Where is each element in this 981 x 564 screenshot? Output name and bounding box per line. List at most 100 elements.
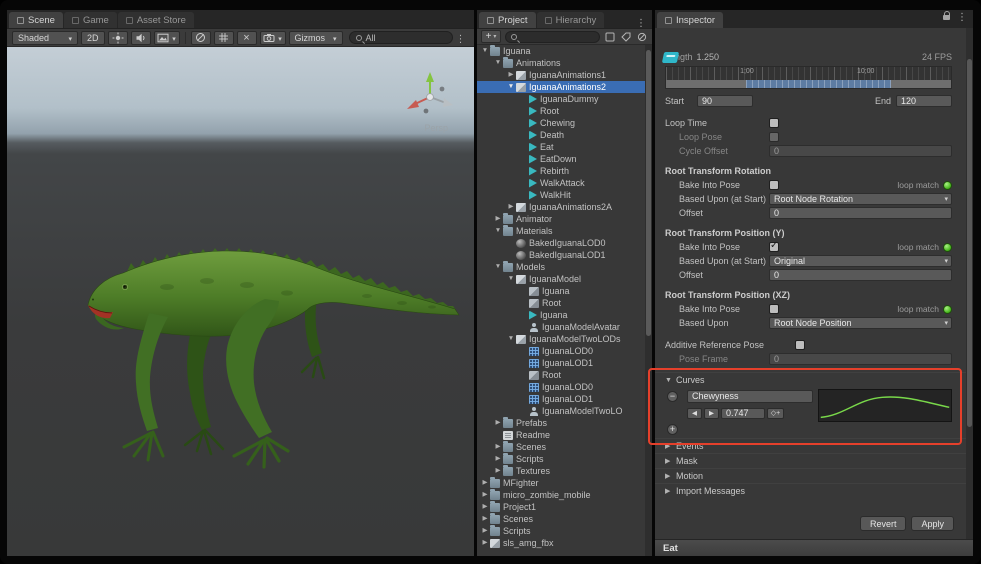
scene-viewport[interactable]: Persp — [7, 47, 474, 556]
inspector-foldout[interactable]: Motion — [655, 468, 966, 483]
tree-item[interactable]: ▶ Textures — [477, 465, 645, 477]
clip-selected-range[interactable] — [746, 80, 891, 88]
gizmos-dropdown[interactable]: Gizmos — [289, 31, 343, 45]
tree-item[interactable]: ▶ IguanaAnimations2A — [477, 201, 645, 213]
expand-arrow[interactable]: ▼ — [506, 273, 516, 285]
pose-frame-field[interactable]: 0 — [769, 353, 952, 365]
shading-mode-dropdown[interactable]: Shaded — [12, 31, 78, 45]
position-xz-based-dropdown[interactable]: Root Node Position — [769, 317, 952, 329]
tree-item[interactable]: Iguana — [477, 285, 645, 297]
effects-dropdown[interactable] — [154, 31, 180, 45]
end-field[interactable]: 120 — [896, 95, 952, 107]
tree-item[interactable]: ▶ Animator — [477, 213, 645, 225]
start-field[interactable]: 90 — [697, 95, 753, 107]
tree-item[interactable]: BakedIguanaLOD0 — [477, 237, 645, 249]
tree-item[interactable]: ▼ Animations — [477, 57, 645, 69]
tree-item[interactable]: ▼ IguanaModelTwoLODs — [477, 333, 645, 345]
expand-arrow[interactable]: ▶ — [506, 201, 516, 213]
tab[interactable]: Scene — [9, 12, 63, 28]
tab[interactable]: Asset Store — [118, 12, 194, 28]
expand-arrow[interactable]: ▶ — [493, 417, 503, 429]
tree-item[interactable]: Eat — [477, 141, 645, 153]
tree-item[interactable]: ▶ Scripts — [477, 453, 645, 465]
expand-arrow[interactable]: ▶ — [480, 501, 490, 513]
scene-search-input[interactable]: All — [349, 31, 453, 44]
add-key-button[interactable] — [767, 408, 784, 419]
tree-item[interactable]: ▶ Scripts — [477, 525, 645, 537]
tree-item[interactable]: ▼ Iguana — [477, 45, 645, 57]
expand-arrow[interactable]: ▼ — [506, 81, 516, 93]
curve-preview[interactable] — [818, 389, 952, 422]
expand-arrow[interactable]: ▶ — [493, 453, 503, 465]
perspective-label[interactable]: Persp — [424, 123, 448, 133]
position-y-offset-field[interactable]: 0 — [769, 269, 952, 281]
tree-item[interactable]: IguanaLOD1 — [477, 393, 645, 405]
curve-value-field[interactable]: 0.747 — [721, 408, 765, 419]
loop-pose-checkbox[interactable] — [769, 132, 779, 142]
scene-menu-icon[interactable] — [456, 29, 466, 47]
expand-arrow[interactable]: ▶ — [493, 465, 503, 477]
position-y-bake-checkbox[interactable] — [769, 242, 779, 252]
position-y-based-dropdown[interactable]: Original — [769, 255, 952, 267]
project-scrollbar[interactable] — [645, 45, 652, 556]
search-by-type-icon[interactable] — [604, 31, 616, 43]
tool-x-icon[interactable] — [237, 31, 257, 45]
expand-arrow[interactable]: ▼ — [493, 57, 503, 69]
tab[interactable]: Project — [479, 12, 536, 28]
hidden-objects-toggle[interactable] — [191, 31, 211, 45]
cycle-offset-field[interactable]: 0 — [769, 145, 952, 157]
curves-foldout[interactable]: Curves — [655, 372, 966, 387]
tree-item[interactable]: IguanaLOD0 — [477, 345, 645, 357]
search-by-label-icon[interactable] — [620, 31, 632, 43]
remove-curve-button[interactable] — [667, 391, 678, 402]
expand-arrow[interactable]: ▶ — [480, 525, 490, 537]
clip-timeline-ruler[interactable]: 1;00 10;00 — [665, 66, 952, 89]
rotation-bake-checkbox[interactable] — [769, 180, 779, 190]
axis-gizmo[interactable] — [402, 67, 458, 123]
expand-arrow[interactable]: ▶ — [506, 69, 516, 81]
2d-toggle[interactable]: 2D — [81, 31, 105, 45]
tree-item[interactable]: Root — [477, 297, 645, 309]
tree-item[interactable]: ▶ Scenes — [477, 441, 645, 453]
expand-arrow[interactable]: ▶ — [493, 213, 503, 225]
project-search-input[interactable] — [505, 31, 600, 43]
inspector-menu-icon[interactable] — [957, 10, 967, 25]
lock-icon[interactable] — [943, 15, 950, 20]
inspector-scrollbar[interactable] — [966, 28, 973, 539]
tree-item[interactable]: EatDown — [477, 153, 645, 165]
tree-item[interactable]: Root — [477, 369, 645, 381]
inspector-foldout[interactable]: Events — [655, 438, 966, 453]
tree-item[interactable]: Iguana — [477, 309, 645, 321]
tree-item[interactable]: BakedIguanaLOD1 — [477, 249, 645, 261]
expand-arrow[interactable]: ▶ — [480, 477, 490, 489]
apply-button[interactable]: Apply — [911, 516, 954, 531]
position-xz-bake-checkbox[interactable] — [769, 304, 779, 314]
tree-item[interactable]: ▶ Project1 — [477, 501, 645, 513]
tree-item[interactable]: Death — [477, 129, 645, 141]
expand-arrow[interactable]: ▶ — [480, 489, 490, 501]
grid-snap-dropdown[interactable] — [214, 31, 234, 45]
tree-item[interactable]: ▼ IguanaModel — [477, 273, 645, 285]
expand-arrow[interactable]: ▼ — [480, 45, 490, 57]
expand-arrow[interactable]: ▼ — [493, 261, 503, 273]
expand-arrow[interactable]: ▶ — [480, 537, 490, 549]
tree-item[interactable]: IguanaDummy — [477, 93, 645, 105]
tree-item[interactable]: IguanaModelAvatar — [477, 321, 645, 333]
tab[interactable]: Hierarchy — [537, 12, 605, 28]
tree-item[interactable]: Root — [477, 105, 645, 117]
expand-arrow[interactable]: ▼ — [493, 225, 503, 237]
curve-name-field[interactable]: Chewyness — [687, 390, 813, 403]
revert-button[interactable]: Revert — [860, 516, 907, 531]
tree-item[interactable]: ▼ IguanaAnimations2 — [477, 81, 645, 93]
tree-item[interactable]: Readme — [477, 429, 645, 441]
rotation-based-dropdown[interactable]: Root Node Rotation — [769, 193, 952, 205]
create-asset-button[interactable] — [481, 30, 501, 43]
iguana-model[interactable] — [7, 47, 474, 556]
tree-item[interactable]: ▼ Models — [477, 261, 645, 273]
tree-item[interactable]: ▼ Materials — [477, 225, 645, 237]
loop-time-checkbox[interactable] — [769, 118, 779, 128]
project-menu-icon[interactable] — [636, 13, 646, 31]
lighting-toggle[interactable] — [108, 31, 128, 45]
tree-item[interactable]: IguanaLOD1 — [477, 357, 645, 369]
go-to-end-button[interactable] — [704, 408, 719, 419]
